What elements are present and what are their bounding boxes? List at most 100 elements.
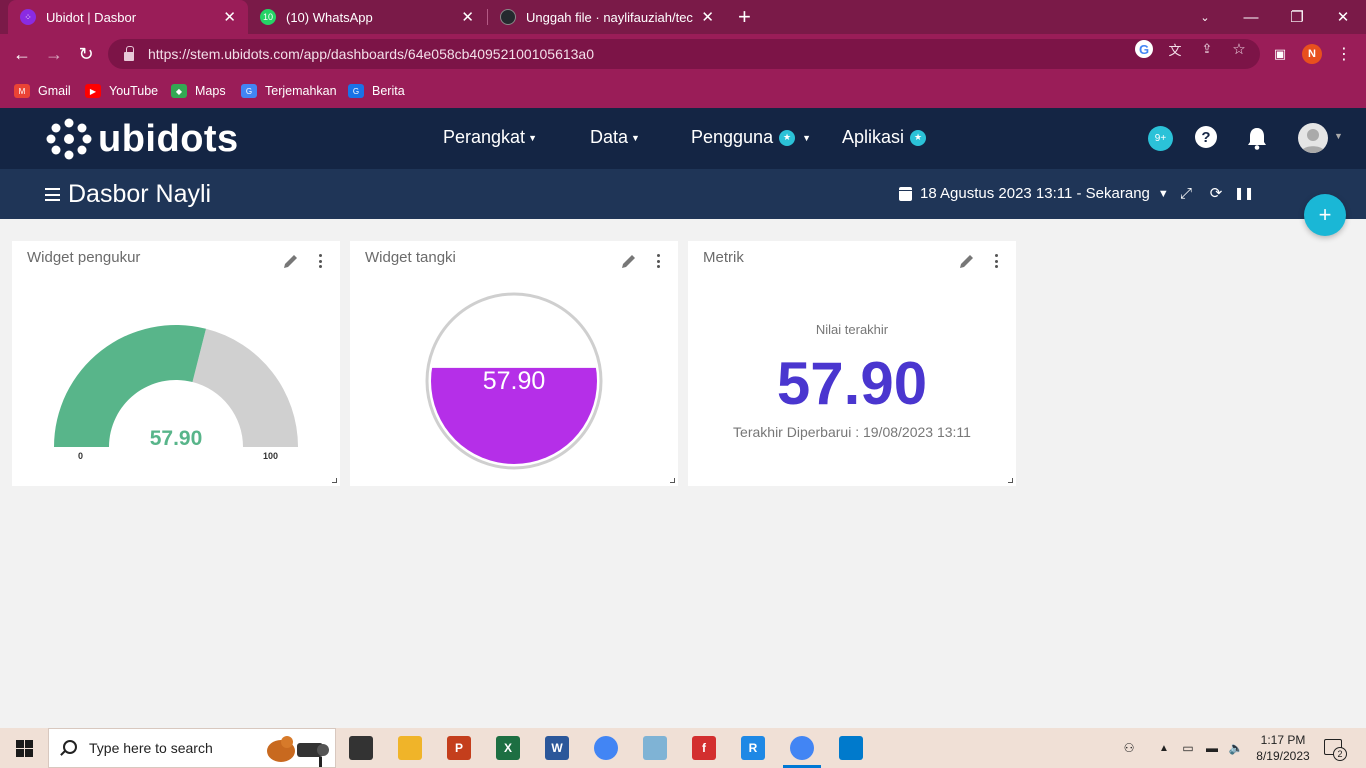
menu-label: Data	[590, 127, 629, 147]
close-tab-icon[interactable]: ✕	[701, 8, 714, 26]
tab-ubidots-dashboard[interactable]: ⁘ Ubidot | Dasbor ✕	[8, 0, 248, 34]
more-options-icon[interactable]	[995, 254, 999, 268]
chrome-icon[interactable]	[594, 736, 618, 760]
url-text[interactable]: https://stem.ubidots.com/app/dashboards/…	[148, 46, 594, 62]
resize-handle[interactable]	[1008, 478, 1013, 483]
fullscreen-icon[interactable]: ⤢	[1177, 184, 1195, 202]
avatar[interactable]	[1298, 123, 1328, 153]
gauge-max-label: 100	[263, 451, 279, 461]
windows-taskbar: Type here to search P X Wf R ⚇ ▲ ▭ ▬ 🔈 1:17…	[0, 728, 1366, 768]
chevron-down-icon[interactable]: ▼	[1334, 131, 1343, 141]
bookmark-translate[interactable]: G Terjemahkan	[241, 81, 337, 101]
volume-icon[interactable]: 🔈	[1228, 740, 1244, 756]
task-view-icon[interactable]	[349, 736, 373, 760]
excel-icon[interactable]: X	[496, 736, 520, 760]
user-avatar-icon	[1301, 129, 1325, 153]
side-panel-icon[interactable]: ▣	[1270, 44, 1290, 64]
ubidots-logo-icon	[46, 118, 92, 160]
bookmark-label: YouTube	[109, 84, 159, 98]
people-icon[interactable]: ⚇	[1121, 740, 1137, 756]
tank-chart	[425, 292, 603, 470]
bookmark-maps[interactable]: ◆ Maps	[171, 81, 226, 101]
bell-icon[interactable]	[1246, 126, 1268, 150]
menu-label: Pengguna	[691, 127, 774, 147]
metric-value: 57.90	[776, 350, 928, 417]
bookmark-news[interactable]: G Berita	[348, 81, 405, 101]
tab-title: Ubidot | Dasbor	[46, 9, 137, 25]
back-button[interactable]: ←	[10, 42, 34, 66]
close-tab-icon[interactable]: ✕	[223, 8, 236, 26]
chrome-profile-icon[interactable]	[790, 736, 814, 760]
resize-handle[interactable]	[332, 478, 337, 483]
restore-button[interactable]: ❐	[1274, 0, 1320, 34]
browser-toolbar: ← → ↻ https://stem.ubidots.com/app/dashb…	[0, 34, 1366, 74]
battery-icon[interactable]: ▬	[1204, 740, 1220, 756]
forward-button[interactable]: →	[42, 42, 66, 66]
date-range-text: 18 Agustus 2023 13:11 - Sekarang	[920, 185, 1150, 202]
metric-last-updated: Terakhir Diperbarui : 19/08/2023 13:11	[733, 424, 971, 440]
rdp-app-icon[interactable]: R	[741, 736, 765, 760]
browser-tab-strip: ⁘ Ubidot | Dasbor ✕ 10 (10) WhatsApp ✕ U…	[0, 0, 1366, 34]
star-badge-icon: ★	[910, 129, 927, 146]
menu-perangkat[interactable]: Perangkat ▼	[443, 127, 537, 148]
word-icon[interactable]: W	[545, 736, 569, 760]
tab-github-upload[interactable]: Unggah file · naylifauziah/technic ✕	[488, 0, 726, 34]
page-title: Dasbor Nayli	[68, 180, 212, 208]
pause-icon[interactable]: ❚❚	[1234, 184, 1254, 202]
chevron-down-icon: ▼	[528, 132, 537, 143]
tab-search-icon[interactable]: ⌄	[1182, 0, 1228, 34]
notification-count-badge: 2	[1333, 747, 1347, 761]
notes-app-icon[interactable]	[643, 736, 667, 760]
chevron-down-icon: ▼	[631, 132, 640, 143]
add-widget-button[interactable]: +	[1304, 194, 1346, 236]
minimize-button[interactable]: —	[1228, 0, 1274, 34]
lock-icon[interactable]	[124, 45, 134, 61]
foxit-icon[interactable]: f	[692, 736, 716, 760]
refresh-icon[interactable]: ⟳	[1207, 184, 1225, 202]
tab-title: (10) WhatsApp	[286, 9, 373, 25]
address-bar[interactable]: https://stem.ubidots.com/app/dashboards/…	[108, 39, 1260, 69]
new-tab-button[interactable]: +	[730, 0, 764, 34]
powerpoint-icon[interactable]: P	[447, 736, 471, 760]
share-icon[interactable]: ⇪	[1198, 40, 1216, 58]
chevron-up-icon[interactable]: ▲	[1156, 740, 1172, 756]
translate-page-icon[interactable]: 文	[1166, 40, 1184, 58]
youtube-icon: ▶	[85, 84, 101, 98]
close-window-button[interactable]: ✕	[1320, 0, 1366, 34]
menu-aplikasi[interactable]: Aplikasi ★	[842, 127, 927, 148]
file-explorer-icon[interactable]	[398, 736, 422, 760]
close-tab-icon[interactable]: ✕	[461, 8, 474, 26]
menu-label: Perangkat	[443, 127, 526, 147]
gauge-value: 57.90	[149, 427, 203, 450]
news-icon: G	[348, 84, 364, 98]
bookmark-gmail[interactable]: M Gmail	[14, 81, 71, 101]
notifications-badge[interactable]: 9+	[1148, 126, 1173, 151]
vscode-icon[interactable]	[839, 736, 863, 760]
taskbar-clock[interactable]: 1:17 PM 8/19/2023	[1250, 732, 1316, 764]
google-lens-icon[interactable]: G	[1135, 40, 1153, 58]
help-icon[interactable]: ?	[1195, 126, 1217, 148]
network-icon[interactable]: ▭	[1180, 740, 1196, 756]
hamburger-menu-icon[interactable]	[45, 188, 60, 201]
reload-button[interactable]: ↻	[74, 42, 98, 66]
bookmark-label: Terjemahkan	[265, 84, 337, 98]
menu-data[interactable]: Data ▼	[590, 127, 640, 148]
windows-start-icon[interactable]	[16, 740, 33, 757]
menu-pengguna[interactable]: Pengguna ★ ▼	[691, 127, 811, 148]
translate-icon: G	[241, 84, 257, 98]
taskbar-search-input[interactable]: Type here to search	[48, 728, 336, 768]
tab-whatsapp[interactable]: 10 (10) WhatsApp ✕	[248, 0, 486, 34]
clock-time: 1:17 PM	[1260, 733, 1306, 747]
clock-date: 8/19/2023	[1256, 749, 1310, 763]
edit-pencil-icon[interactable]	[958, 252, 976, 270]
bookmark-star-icon[interactable]: ☆	[1230, 40, 1248, 58]
ubidots-logo[interactable]: ubidots	[46, 118, 239, 160]
github-favicon-icon	[500, 9, 516, 25]
metric-label: Nilai terakhir	[815, 322, 889, 337]
resize-handle[interactable]	[670, 478, 675, 483]
profile-avatar[interactable]: N	[1302, 44, 1322, 64]
date-range-picker[interactable]: 18 Agustus 2023 13:11 - Sekarang ▼	[899, 185, 1169, 202]
chevron-down-icon: ▼	[802, 132, 812, 143]
bookmark-youtube[interactable]: ▶ YouTube	[85, 81, 158, 101]
chrome-menu-icon[interactable]: ⋮	[1334, 44, 1354, 64]
